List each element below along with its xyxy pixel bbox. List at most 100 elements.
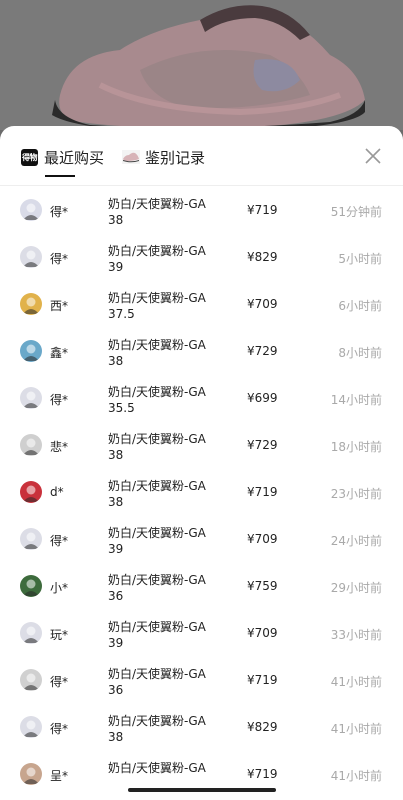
avatar [20,340,42,362]
sku-spec: 奶白/天使翼粉-GA 36 [108,572,228,604]
buyer-name: 呈* [50,769,69,783]
purchase-row: 鑫* 奶白/天使翼粉-GA 38 ¥729 8小时前 [0,328,403,375]
avatar [20,293,42,315]
sku-spec: 奶白/天使翼粉-GA 39 [108,525,228,557]
buyer-name: 得* [50,205,69,219]
purchase-row: d* 奶白/天使翼粉-GA 38 ¥719 23小时前 [0,469,403,516]
sku-variant: 奶白/天使翼粉-GA [108,620,206,634]
sku-variant: 奶白/天使翼粉-GA [108,432,206,446]
buyer-name: 得* [50,252,69,266]
purchase-row: 得* 奶白/天使翼粉-GA 38 ¥719 51分钟前 [0,187,403,234]
sku-variant: 奶白/天使翼粉-GA [108,479,206,493]
purchase-time: 41小时前 [330,675,382,689]
purchase-row: 玩* 奶白/天使翼粉-GA 39 ¥709 33小时前 [0,610,403,657]
price: ¥829 [247,720,278,734]
avatar [20,669,42,691]
tab-bar: 得物 最近购买 鉴别记录 [0,126,403,186]
recent-purchases-sheet: 得物 最近购买 鉴别记录 得* 奶白/天使翼粉-GA 38 ¥719 51分钟前 得* 奶白… [0,126,403,800]
purchase-row: 得* 奶白/天使翼粉-GA 39 ¥709 24小时前 [0,516,403,563]
purchase-time: 18小时前 [330,440,382,454]
sku-variant: 奶白/天使翼粉-GA [108,244,206,258]
avatar [20,199,42,221]
sku-variant: 奶白/天使翼粉-GA [108,667,206,681]
product-image-backdrop [0,0,403,130]
sku-variant: 奶白/天使翼粉-GA [108,761,206,775]
purchase-list: 得* 奶白/天使翼粉-GA 38 ¥719 51分钟前 得* 奶白/天使翼粉-GA 39 ¥82… [0,187,403,798]
purchase-time: 23小时前 [330,487,382,501]
sku-variant: 奶白/天使翼粉-GA [108,526,206,540]
buyer-name: 得* [50,393,69,407]
dewu-logo-icon: 得物 [21,148,38,166]
price: ¥719 [247,673,278,687]
sku-variant: 奶白/天使翼粉-GA [108,385,206,399]
active-tab-indicator [45,175,75,177]
price: ¥719 [247,485,278,499]
purchase-row: 西* 奶白/天使翼粉-GA 37.5 ¥709 6小时前 [0,281,403,328]
buyer-name: 玩* [50,628,69,642]
sku-spec: 奶白/天使翼粉-GA 38 [108,196,228,228]
avatar [20,246,42,268]
avatar [20,481,42,503]
sku-spec: 奶白/天使翼粉-GA 39 [108,243,228,275]
sku-variant: 奶白/天使翼粉-GA [108,573,206,587]
avatar [20,716,42,738]
sku-size: 36 [108,683,124,697]
home-indicator[interactable] [128,788,276,792]
purchase-row: 悲* 奶白/天使翼粉-GA 38 ¥729 18小时前 [0,422,403,469]
buyer-name: 得* [50,675,69,689]
sku-size: 36 [108,589,124,603]
shoe-product-image [0,0,403,130]
sku-spec: 奶白/天使翼粉-GA 38 [108,431,228,463]
purchase-time: 29小时前 [330,581,382,595]
purchase-time: 41小时前 [330,722,382,736]
price: ¥719 [247,767,278,781]
sku-size: 38 [108,730,124,744]
sku-spec: 奶白/天使翼粉-GA 39 [108,619,228,651]
tab-recent-purchases[interactable]: 得物 最近购买 [21,146,104,168]
price: ¥709 [247,626,278,640]
sku-size: 35.5 [108,401,135,415]
tab-authentication-label: 鉴别记录 [145,148,206,167]
sku-variant: 奶白/天使翼粉-GA [108,714,206,728]
sku-size: 39 [108,542,124,556]
sku-variant: 奶白/天使翼粉-GA [108,197,206,211]
sku-size: 38 [108,213,124,227]
sku-spec: 奶白/天使翼粉-GA 35.5 [108,384,228,416]
avatar [20,575,42,597]
price: ¥829 [247,250,278,264]
purchase-row: 得* 奶白/天使翼粉-GA 35.5 ¥699 14小时前 [0,375,403,422]
purchase-time: 24小时前 [330,534,382,548]
avatar [20,387,42,409]
purchase-row: 小* 奶白/天使翼粉-GA 36 ¥759 29小时前 [0,563,403,610]
purchase-time: 51分钟前 [330,205,382,219]
purchase-row: 得* 奶白/天使翼粉-GA 38 ¥829 41小时前 [0,704,403,751]
sku-variant: 奶白/天使翼粉-GA [108,291,206,305]
sku-spec: 奶白/天使翼粉-GA 38 [108,713,228,745]
price: ¥729 [247,344,278,358]
tab-recent-purchases-label: 最近购买 [44,148,105,167]
sku-spec: 奶白/天使翼粉-GA 37.5 [108,290,228,322]
tab-authentication-records[interactable]: 鉴别记录 [122,146,205,168]
sku-size: 38 [108,448,124,462]
buyer-name: 小* [50,581,69,595]
buyer-name: 鑫* [50,346,69,360]
sku-size: 39 [108,636,124,650]
sku-size: 37.5 [108,307,135,321]
purchase-time: 8小时前 [338,346,382,360]
price: ¥719 [247,203,278,217]
price: ¥759 [247,579,278,593]
buyer-name: 得* [50,534,69,548]
close-icon[interactable] [364,147,382,165]
avatar [20,763,42,785]
purchase-time: 5小时前 [338,252,382,266]
price: ¥709 [247,297,278,311]
buyer-name: 悲* [50,440,69,454]
buyer-name: 得* [50,722,69,736]
purchase-time: 6小时前 [338,299,382,313]
sku-spec: 奶白/天使翼粉-GA 36 [108,666,228,698]
sku-size: 39 [108,260,124,274]
purchase-row: 得* 奶白/天使翼粉-GA 36 ¥719 41小时前 [0,657,403,704]
avatar [20,622,42,644]
price: ¥729 [247,438,278,452]
purchase-time: 41小时前 [330,769,382,783]
